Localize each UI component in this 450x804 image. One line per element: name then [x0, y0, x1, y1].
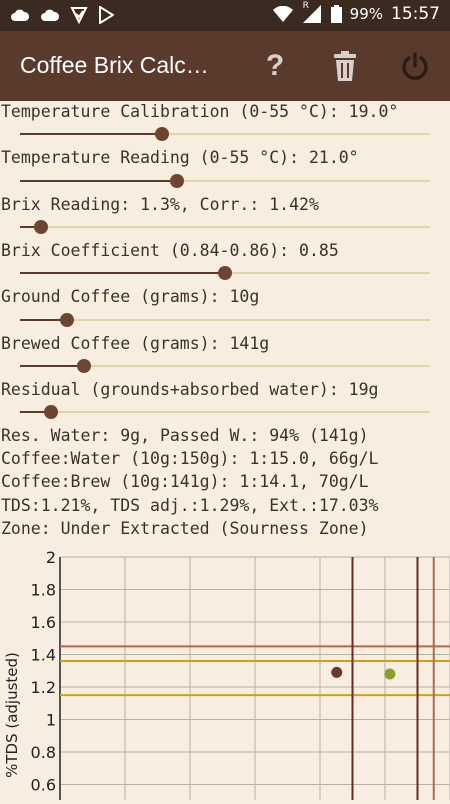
brewing-control-chart[interactable]: 2 1.8 1.6 1.4 1.2 1 0.8 0.6 %TDS (adjusted) — [0, 545, 450, 800]
brix-reading-label: Brix Reading: 1.3%, Corr.: 1.42% — [1, 195, 319, 214]
coffee-brew-ratio-text: Coffee:Brew (10g:141g): 1:14.1, 70g/L — [1, 472, 369, 491]
y-tick-label: 0.6 — [31, 776, 56, 795]
temperature-reading-label: Temperature Reading (0-55 °C): 21.0° — [1, 148, 359, 167]
cloud-icon — [11, 9, 30, 21]
coffee-water-ratio-text: Coffee:Water (10g:150g): 1:15.0, 66g/L — [1, 449, 379, 468]
download-check-icon — [70, 7, 88, 24]
battery-percent: 99% — [349, 5, 383, 23]
data-point — [331, 666, 343, 678]
signal-icon: R — [301, 1, 323, 23]
wifi-icon — [272, 6, 293, 22]
y-tick-label: 2 — [46, 548, 56, 567]
status-bar: R 99% 15:57 — [0, 0, 450, 31]
notification-icons — [10, 6, 114, 24]
app-title: Coffee Brix Calc… — [20, 52, 209, 78]
brewed-coffee-label: Brewed Coffee (grams): 141g — [1, 334, 270, 353]
help-button[interactable]: ? — [258, 49, 292, 83]
temperature-calibration-slider[interactable] — [20, 122, 430, 146]
ground-coffee-slider[interactable] — [20, 308, 430, 332]
chart-svg: 2 1.8 1.6 1.4 1.2 1 0.8 0.6 %TDS (adjusted) — [3, 548, 450, 800]
slider-thumb[interactable] — [43, 405, 58, 419]
help-icon: ? — [265, 49, 285, 82]
brix-coefficient-slider[interactable] — [20, 261, 430, 285]
slider-thumb[interactable] — [218, 266, 232, 280]
y-tick-label: 0.8 — [31, 743, 56, 762]
y-tick-label: 1.8 — [31, 581, 56, 600]
residual-slider[interactable] — [20, 400, 430, 424]
delete-button[interactable] — [328, 49, 362, 83]
system-status: R 99% 15:57 — [272, 1, 440, 24]
y-tick-label: 1.2 — [31, 678, 56, 697]
play-store-icon — [99, 6, 114, 24]
slider-thumb[interactable] — [33, 220, 48, 234]
y-tick-label: 1.4 — [31, 646, 56, 665]
app-bar: Coffee Brix Calc… ? — [0, 31, 450, 101]
data-point — [384, 668, 396, 680]
temperature-reading-slider[interactable] — [20, 169, 430, 193]
y-tick-label: 1.6 — [31, 613, 56, 632]
clock: 15:57 — [391, 4, 440, 24]
roaming-badge: R — [302, 1, 309, 11]
brix-reading-slider[interactable] — [20, 215, 430, 239]
brewed-coffee-slider[interactable] — [20, 354, 430, 378]
residual-water-text: Res. Water: 9g, Passed W.: 94% (141g) — [1, 426, 369, 445]
slider-thumb[interactable] — [154, 127, 169, 141]
temperature-calibration-label: Temperature Calibration (0-55 °C): 19.0° — [1, 102, 399, 121]
slider-thumb[interactable] — [76, 359, 91, 373]
y-axis-label: %TDS (adjusted) — [3, 652, 21, 778]
exit-button[interactable] — [398, 49, 432, 83]
y-tick-label: 1 — [46, 711, 56, 730]
brix-coefficient-label: Brix Coefficient (0.84-0.86): 0.85 — [1, 241, 339, 260]
extraction-zone-text: Zone: Under Extracted (Sourness Zone) — [1, 519, 369, 538]
slider-thumb[interactable] — [60, 313, 75, 327]
trash-icon — [334, 51, 356, 81]
tds-extraction-text: TDS:1.21%, TDS adj.:1.29%, Ext.:17.03% — [1, 496, 379, 515]
slider-thumb[interactable] — [169, 174, 184, 188]
power-icon — [402, 52, 428, 80]
battery-icon — [330, 5, 342, 23]
ground-coffee-label: Ground Coffee (grams): 10g — [1, 287, 260, 306]
residual-label: Residual (grounds+absorbed water): 19g — [1, 380, 379, 399]
cloud-icon — [41, 9, 60, 21]
